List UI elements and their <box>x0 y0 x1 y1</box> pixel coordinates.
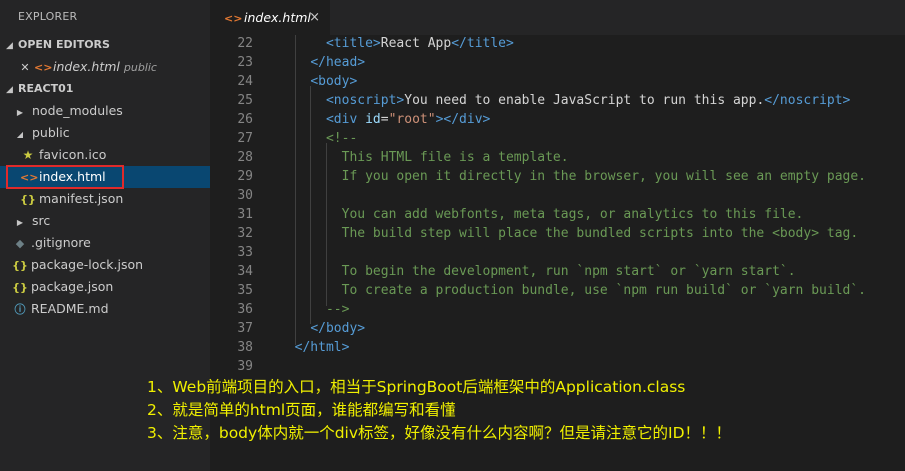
chevron-right-icon: ▶ <box>16 218 24 227</box>
line-number: 38 <box>237 340 253 355</box>
line-number: 34 <box>237 264 253 279</box>
chevron-down-icon: ◢ <box>16 130 24 139</box>
html-file-icon: <> <box>224 12 243 25</box>
tree-item-index-html[interactable]: <>index.html <box>0 165 210 189</box>
chevron-down-icon: ◢ <box>6 41 13 51</box>
code-line: </body> <box>310 321 366 336</box>
code-line: You can add webfonts, meta tags, or anal… <box>279 207 804 222</box>
code-line: This HTML file is a template. <box>279 150 569 165</box>
code-line: </html> <box>294 340 350 355</box>
indent-guide <box>326 143 327 306</box>
line-number: 35 <box>237 283 253 298</box>
info-icon: ⓘ <box>14 303 26 316</box>
line-number: 25 <box>237 93 253 108</box>
close-tab-icon[interactable]: × <box>309 0 320 35</box>
line-number: 36 <box>237 302 253 317</box>
code-line: If you open it directly in the browser, … <box>279 169 866 184</box>
tree-item-readme[interactable]: ⓘ README.md <box>0 298 210 320</box>
line-number: 31 <box>237 207 253 222</box>
tree-item-manifest[interactable]: {} manifest.json <box>0 188 210 210</box>
tree-item-src[interactable]: ▶ src <box>0 210 210 232</box>
tree-item-node-modules[interactable]: ▶ node_modules <box>0 100 210 122</box>
code-line: <!-- <box>325 131 358 146</box>
star-icon: ★ <box>22 148 34 162</box>
git-icon: ◆ <box>15 237 25 250</box>
explorer-title: EXPLORER <box>18 10 78 23</box>
line-number: 39 <box>237 359 253 374</box>
tree-item-package-json[interactable]: {} package.json <box>0 276 210 298</box>
open-editor-item[interactable]: ✕ <>index.html public <box>0 56 210 78</box>
line-number: 30 <box>237 188 253 203</box>
line-number: 22 <box>237 36 253 51</box>
json-file-icon: {} <box>20 193 36 206</box>
code-line: --> <box>279 302 350 317</box>
tree-item-public[interactable]: ◢ public <box>0 122 210 144</box>
line-number: 24 <box>237 74 253 89</box>
open-editors-header[interactable]: ◢ OPEN EDITORS <box>0 34 210 56</box>
annotation-notes: 1、Web前端项目的入口，相当于SpringBoot后端框架中的Applicat… <box>147 376 731 445</box>
note-line: 3、注意，body体内就一个div标签，好像没有什么内容啊？但是请注意它的ID！… <box>147 424 732 442</box>
line-number: 32 <box>237 226 253 241</box>
code-line: </head> <box>310 55 366 70</box>
html-file-icon: <> <box>34 61 53 74</box>
tree-item-package-lock[interactable]: {} package-lock.json <box>0 254 210 276</box>
code-line: To create a production bundle, use `npm … <box>279 283 866 298</box>
line-number: 26 <box>237 112 253 127</box>
tab-index-html[interactable]: <> index.html × <box>210 0 330 35</box>
line-number: 27 <box>237 131 253 146</box>
code-line: <noscript>You need to enable JavaScript … <box>325 93 851 108</box>
note-line: 2、就是简单的html页面，谁能都编写和看懂 <box>147 401 456 419</box>
close-icon[interactable]: ✕ <box>18 57 32 79</box>
chevron-right-icon: ▶ <box>16 108 24 117</box>
chevron-down-icon: ◢ <box>6 85 13 95</box>
code-line: The build step will place the bundled sc… <box>279 226 859 241</box>
line-number: 23 <box>237 55 253 70</box>
json-file-icon: {} <box>12 259 28 272</box>
code-line: <body> <box>310 74 358 89</box>
project-header[interactable]: ◢ REACT01 <box>0 78 210 100</box>
tab-bar: <> index.html × <box>210 0 905 35</box>
highlight-box <box>6 165 124 189</box>
tree-item-favicon[interactable]: ★ favicon.ico <box>0 144 210 166</box>
code-line: <div id="root"></div> <box>325 112 491 127</box>
line-number: 29 <box>237 169 253 184</box>
line-number: 33 <box>237 245 253 260</box>
code-line: To begin the development, run `npm start… <box>279 264 796 279</box>
line-number: 28 <box>237 150 253 165</box>
json-file-icon: {} <box>12 281 28 294</box>
code-line: <title>React App</title> <box>325 36 514 51</box>
note-line: 1、Web前端项目的入口，相当于SpringBoot后端框架中的Applicat… <box>147 378 686 396</box>
tree-item-gitignore[interactable]: ◆ .gitignore <box>0 232 210 254</box>
line-number: 37 <box>237 321 253 336</box>
